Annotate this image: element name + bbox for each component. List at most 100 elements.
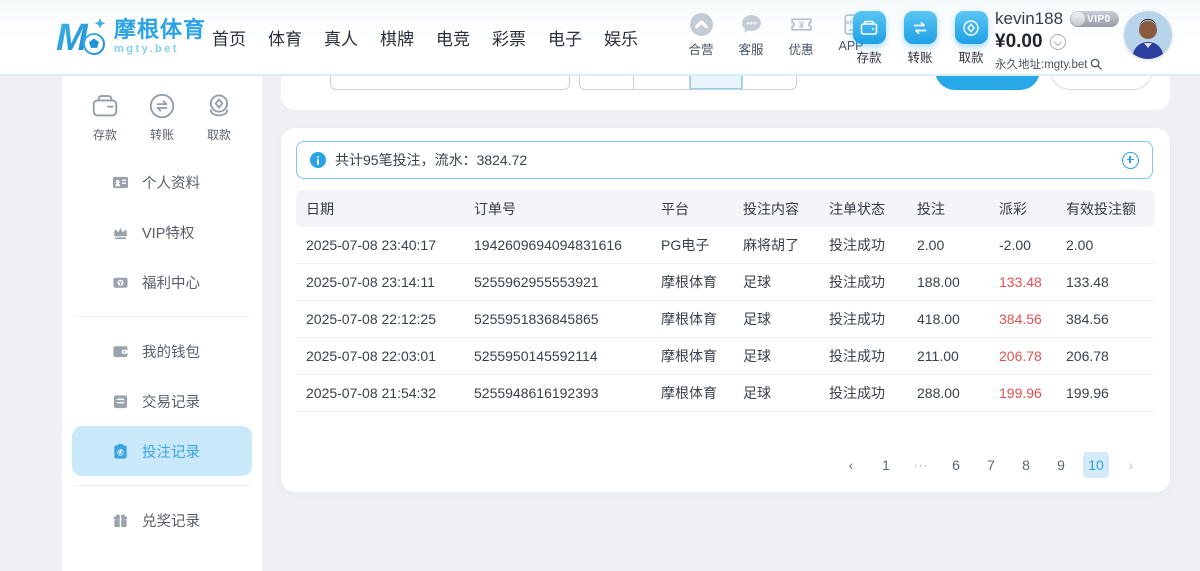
quick-actions: 存款 转账 取款 (849, 11, 991, 66)
cell-valid: 384.56 (1056, 311, 1155, 327)
nav-item[interactable]: 彩票 (492, 25, 526, 50)
logo-domain: mgty.bet (114, 43, 206, 55)
expand-icon[interactable] (1122, 152, 1139, 169)
summary-text: 共计95笔投注，流水：3824.72 (335, 150, 527, 170)
cell-date: 2025-07-08 23:40:17 (296, 237, 464, 253)
deposit-button[interactable]: 存款 (849, 11, 889, 66)
withdraw-icon (955, 11, 988, 44)
table-row: 2025-07-08 23:14:11 5255962955553921 摩根体… (296, 264, 1155, 301)
cell-valid: 206.78 (1056, 348, 1155, 364)
withdraw-button[interactable]: 取款 (951, 11, 991, 66)
magnifier-icon[interactable] (1090, 58, 1102, 70)
cell-valid: 199.96 (1056, 385, 1155, 401)
cell-platform: 摩根体育 (651, 309, 733, 329)
cell-payout: 384.56 (989, 311, 1056, 327)
cell-status: 投注成功 (819, 309, 907, 329)
avatar[interactable] (1124, 11, 1172, 59)
nav-item[interactable]: 棋牌 (380, 25, 414, 50)
sidebar-item-label: 我的钱包 (142, 341, 200, 362)
customer-service-link[interactable]: 客服 (732, 12, 770, 58)
nav-item[interactable]: 真人 (324, 25, 358, 50)
filter-bar (281, 76, 1170, 110)
reset-button[interactable] (1050, 76, 1153, 90)
cell-stake: 188.00 (907, 274, 989, 290)
user-info: kevin188 VIP0 ¥0.00 永久地址:mgty.bet (995, 9, 1119, 72)
column-header-status: 注单状态 (819, 199, 907, 219)
range-option[interactable] (580, 76, 633, 89)
cell-date: 2025-07-08 22:12:25 (296, 311, 464, 327)
search-button[interactable] (935, 76, 1040, 90)
id-card-icon (112, 174, 129, 191)
cell-date: 2025-07-08 22:03:01 (296, 348, 464, 364)
sidebar-item-vip[interactable]: VIP特权 (72, 207, 252, 257)
table-row: 2025-07-08 21:54:32 5255948616192393 摩根体… (296, 375, 1155, 412)
nav-item[interactable]: 娱乐 (604, 25, 638, 50)
nav-item[interactable]: 电竞 (436, 25, 470, 50)
range-option-selected[interactable] (689, 76, 742, 89)
page-button[interactable]: 9 (1048, 452, 1074, 478)
range-option[interactable] (633, 76, 689, 89)
sidebar-transfer-button[interactable]: 转账 (142, 91, 182, 143)
date-range-tabs (579, 76, 797, 90)
sidebar-quick-actions: 存款 转账 取款 (62, 76, 262, 143)
nav-item[interactable]: 首页 (212, 25, 246, 50)
customer-service-label: 客服 (738, 39, 763, 58)
screen: M 摩根体育 mgty.bet 首页体育真人棋牌电竞彩票电子娱乐 合营 (0, 0, 1200, 571)
cell-stake: 288.00 (907, 385, 989, 401)
info-icon (310, 152, 326, 168)
sidebar-item-profile[interactable]: 个人资料 (72, 157, 252, 207)
cell-content: 足球 (733, 383, 819, 403)
sidebar-item-bet-records[interactable]: 投注记录 (72, 426, 252, 476)
page-button[interactable]: ··· (908, 452, 934, 478)
promotions-label: 优惠 (788, 39, 813, 58)
sidebar-item-label: 交易记录 (142, 391, 200, 412)
page-button[interactable]: 7 (978, 452, 1004, 478)
handshake-icon (689, 12, 714, 37)
sidebar-deposit-button[interactable]: 存款 (85, 91, 125, 143)
nav-item[interactable]: 体育 (268, 25, 302, 50)
cell-order: 5255962955553921 (464, 274, 651, 290)
search-input[interactable] (330, 76, 570, 90)
chevron-down-icon[interactable] (1050, 34, 1066, 50)
logo-text: 摩根体育 mgty.bet (114, 18, 206, 55)
sidebar-menu: 个人资料 VIP特权 (62, 157, 262, 545)
sidebar-item-transactions[interactable]: 交易记录 (72, 376, 252, 426)
cell-valid: 2.00 (1056, 237, 1155, 253)
nav-item[interactable]: 电子 (548, 25, 582, 50)
page-button[interactable]: 8 (1013, 452, 1039, 478)
page-button[interactable]: › (1118, 452, 1144, 478)
cell-stake: 418.00 (907, 311, 989, 327)
range-option[interactable] (742, 76, 796, 89)
cell-platform: 摩根体育 (651, 383, 733, 403)
table-body: 2025-07-08 23:40:17 1942609694094831616 … (296, 227, 1155, 412)
table-row: 2025-07-08 22:03:01 5255950145592114 摩根体… (296, 338, 1155, 375)
sidebar-item-label: 福利中心 (142, 272, 200, 293)
withdraw-icon (204, 91, 234, 121)
promotions-link[interactable]: ¥ 优惠 (782, 12, 820, 58)
sidebar-item-prize-records[interactable]: 兑奖记录 (72, 495, 252, 545)
cell-status: 投注成功 (819, 272, 907, 292)
summary-bar: 共计95笔投注，流水：3824.72 (296, 141, 1153, 179)
page-button[interactable]: ‹ (838, 452, 864, 478)
svg-text:M: M (56, 17, 89, 59)
sidebar-item-wallet[interactable]: 我的钱包 (72, 326, 252, 376)
page-button[interactable]: 1 (873, 452, 899, 478)
page-button[interactable]: 10 (1083, 452, 1109, 478)
partner-link[interactable]: 合营 (682, 12, 720, 58)
transfer-button[interactable]: 转账 (900, 11, 940, 66)
cell-order: 5255948616192393 (464, 385, 651, 401)
sidebar-item-benefits[interactable]: 福利中心 (72, 257, 252, 307)
column-header-platform: 平台 (651, 199, 733, 219)
logo[interactable]: M 摩根体育 mgty.bet (56, 13, 206, 59)
cell-payout: 199.96 (989, 385, 1056, 401)
sidebar-item-label: 兑奖记录 (142, 510, 200, 531)
cell-platform: PG电子 (651, 235, 733, 255)
crown-icon (112, 224, 129, 241)
cell-content: 足球 (733, 346, 819, 366)
column-header-content: 投注内容 (733, 199, 819, 219)
deposit-label: 存款 (856, 47, 881, 66)
deposit-icon (853, 11, 886, 44)
sidebar-withdraw-button[interactable]: 取款 (199, 91, 239, 143)
page-button[interactable]: 6 (943, 452, 969, 478)
bet-table: 日期 订单号 平台 投注内容 注单状态 投注 派彩 有效投注额 2025-07-… (296, 190, 1155, 412)
